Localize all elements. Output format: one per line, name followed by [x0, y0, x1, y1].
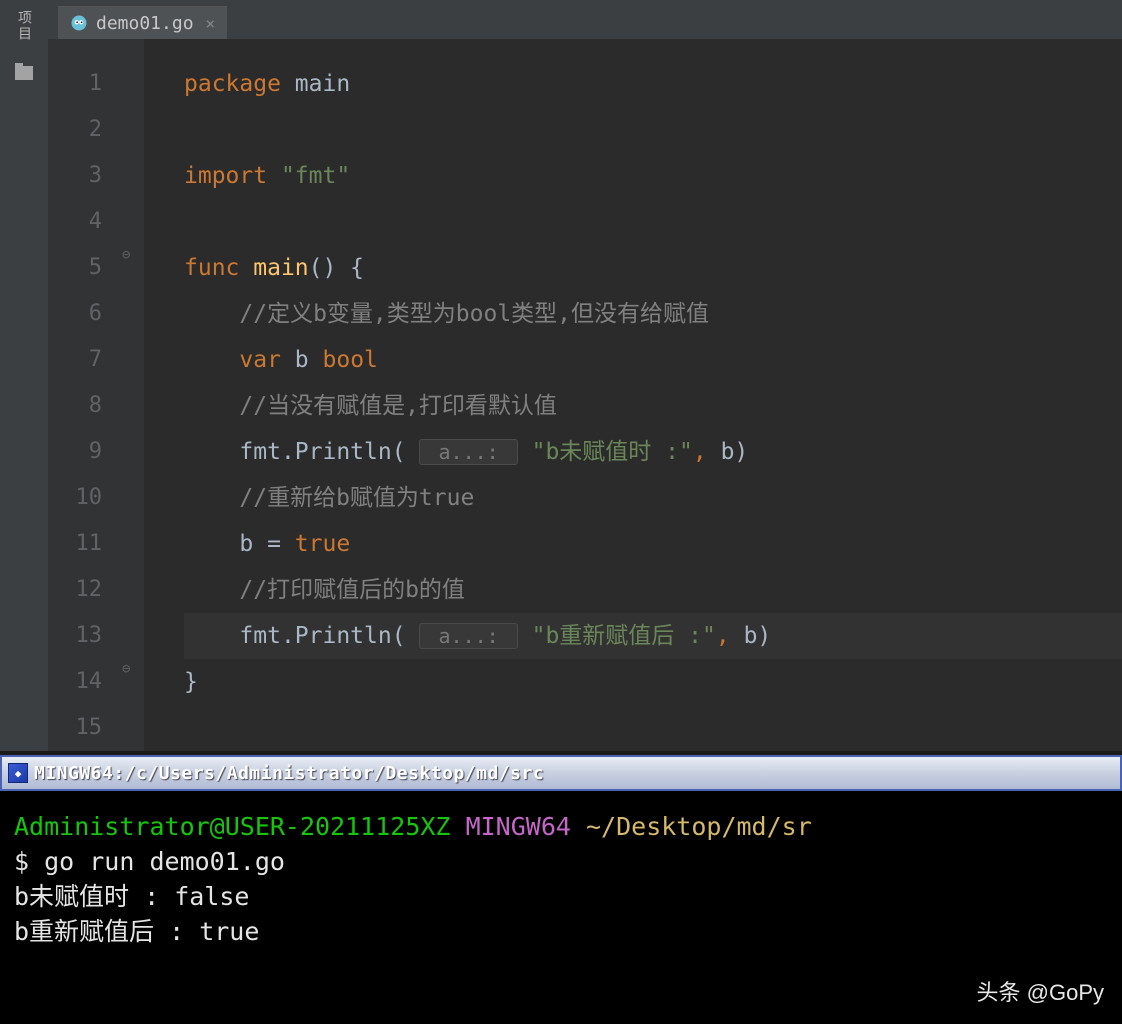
line-number: 3 [48, 153, 102, 199]
line-number: 4 [48, 199, 102, 245]
watermark: 头条 @GoPy [977, 975, 1104, 1010]
folder-icon[interactable] [15, 66, 33, 80]
line-number: 14 [48, 659, 102, 705]
editor: demo01.go × 1 2 3 4 5 6 7 8 9 10 11 12 [48, 0, 1122, 751]
code-content[interactable]: package main import "fmt" func main() { … [144, 39, 1122, 751]
line-number: 11 [48, 521, 102, 567]
terminal-output: b未赋值时 : false [14, 879, 1108, 914]
terminal-title: MINGW64:/c/Users/Administrator/Desktop/m… [34, 763, 1114, 784]
line-number: 8 [48, 383, 102, 429]
code-area: 1 2 3 4 5 6 7 8 9 10 11 12 13 14 15 [48, 39, 1122, 751]
sidebar-project-label[interactable]: 项目 [14, 10, 34, 42]
close-icon[interactable]: × [206, 14, 216, 33]
terminal-output: b重新赋值后 : true [14, 914, 1108, 949]
line-number: 6 [48, 291, 102, 337]
line-number: 5 [48, 245, 102, 291]
terminal-icon: ◆ [8, 763, 28, 783]
line-number: 2 [48, 107, 102, 153]
line-number: 7 [48, 337, 102, 383]
param-hint: a...: [419, 439, 517, 465]
terminal-panel: ◆ MINGW64:/c/Users/Administrator/Desktop… [0, 751, 1122, 1024]
line-numbers: 1 2 3 4 5 6 7 8 9 10 11 12 13 14 15 [48, 39, 118, 751]
fold-open-icon[interactable]: ⊖ [122, 247, 130, 263]
terminal-body[interactable]: Administrator@USER-20211125XZ MINGW64 ~/… [0, 791, 1122, 1024]
go-file-icon [70, 14, 88, 32]
terminal-command: $ go run demo01.go [14, 844, 1108, 879]
line-number: 10 [48, 475, 102, 521]
tab-filename: demo01.go [96, 13, 194, 34]
tab-bar: demo01.go × [48, 0, 1122, 39]
sidebar: 项目 [0, 0, 48, 751]
fold-close-icon[interactable]: ⊖ [122, 661, 130, 677]
tab-file[interactable]: demo01.go × [58, 6, 227, 39]
line-number: 13 [48, 613, 102, 659]
line-number: 1 [48, 61, 102, 107]
param-hint: a...: [419, 623, 517, 649]
line-number: 12 [48, 567, 102, 613]
fold-column: ⊖ ⊖ [118, 39, 144, 751]
line-number: 9 [48, 429, 102, 475]
line-number: 15 [48, 705, 102, 751]
terminal-titlebar[interactable]: ◆ MINGW64:/c/Users/Administrator/Desktop… [0, 755, 1122, 791]
